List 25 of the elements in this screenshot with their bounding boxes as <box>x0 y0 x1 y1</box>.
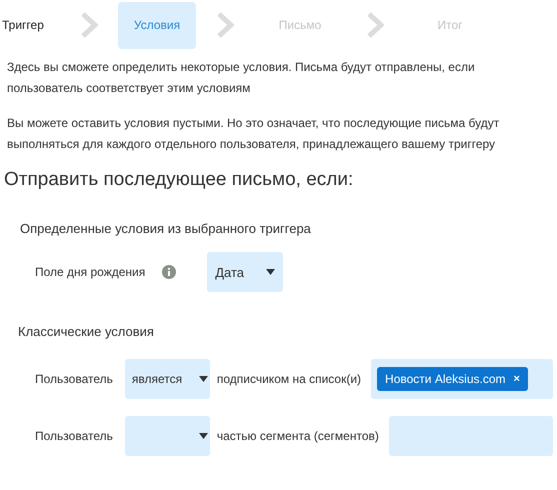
field-label: Поле дня рождения <box>35 265 146 279</box>
caret-icon <box>198 376 208 382</box>
section-heading: Отправить последующее письмо, если: <box>4 169 354 191</box>
operator-dropdown[interactable]: является <box>124 359 210 399</box>
field-label: частью сегмента (сегментов) <box>216 429 379 443</box>
subsection-title: Определенные условия из выбранного триггера <box>20 221 312 236</box>
chevron-icon <box>80 12 98 38</box>
multi-select-field[interactable] <box>388 416 553 456</box>
multi-select-field[interactable]: Новости Aleksius.com × <box>371 359 553 399</box>
description-text: Здесь вы сможете определить некоторые условия. Письма будут отправлены, если пользователь соответствует этим условиям <box>7 59 476 97</box>
field-label: Пользователь <box>35 372 113 386</box>
info-icon[interactable] <box>162 265 176 279</box>
wizard-step-tab[interactable]: Триггер <box>0 2 62 48</box>
chevron-icon <box>216 12 234 38</box>
subsection-title: Классические условия <box>18 324 155 339</box>
caret-icon <box>198 433 208 439</box>
list-tag[interactable]: Новости Aleksius.com × <box>377 367 528 391</box>
description-text: Вы можете оставить условия пустыми. Но это означает, что последующие письма будут выполняться для каждого отдельного пользователя, принадлежащего вашему триггеру <box>7 115 500 153</box>
wizard-step-tab[interactable]: Условия <box>118 2 196 48</box>
caret-icon <box>266 269 276 275</box>
field-label: Пользователь <box>35 429 113 443</box>
date-dropdown[interactable]: Дата <box>207 252 284 292</box>
chevron-icon <box>366 12 384 38</box>
field-label: подписчиком на список(и) <box>216 372 362 386</box>
operator-dropdown[interactable] <box>124 416 210 456</box>
